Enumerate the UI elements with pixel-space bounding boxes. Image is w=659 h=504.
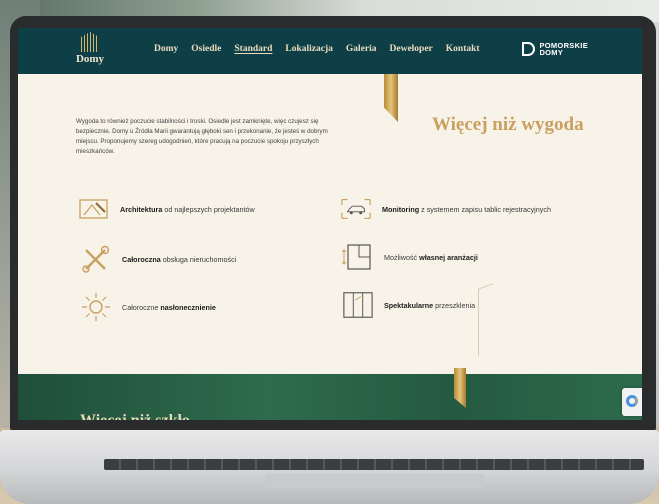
nav-item-lokalizacja[interactable]: Lokalizacja	[285, 44, 333, 54]
nav-item-kontakt[interactable]: Kontakt	[446, 44, 480, 54]
feature-monitoring: Monitoring z systemem zapisu tablic reje…	[340, 196, 551, 222]
feature-label-bold: Monitoring	[382, 204, 420, 214]
top-navigation: Domy Domy Osiedle Standard Lokalizacja G…	[18, 28, 642, 74]
partner-logo[interactable]: POMORSKIE DOMY	[522, 42, 588, 56]
camera-car-icon	[340, 196, 372, 222]
feature-obsluga: Całoroczna obsługa nieruchomości	[80, 245, 237, 273]
gold-ribbon-decoration	[384, 74, 398, 122]
feature-aranzacja: Możliwość własnej aranżacji	[342, 244, 478, 270]
nav-item-deweloper[interactable]: Deweloper	[390, 44, 433, 54]
feature-label-text: przeszklenia	[433, 300, 476, 310]
feature-label-text: Możliwość	[384, 252, 420, 262]
logo-text: Domy	[75, 53, 105, 65]
laptop-screen: Domy Domy Osiedle Standard Lokalizacja G…	[18, 28, 642, 420]
nav-item-domy[interactable]: Domy	[154, 44, 178, 54]
laptop-trackpad	[265, 474, 485, 488]
nav-item-osiedle[interactable]: Osiedle	[191, 44, 221, 54]
partner-line-2: DOMY	[539, 48, 564, 57]
site-logo[interactable]: Domy	[68, 32, 112, 65]
feature-label-bold: nasłonecznienie	[160, 302, 216, 312]
feature-label-bold: Spektakularne	[384, 300, 434, 310]
nav-item-galeria[interactable]: Galeria	[346, 44, 377, 54]
feature-label-text: Całoroczne	[122, 302, 161, 312]
laptop-keyboard	[104, 459, 644, 470]
blueprint-icon	[78, 196, 110, 222]
pomorskie-domy-icon	[522, 42, 536, 56]
feature-label-bold: Architektura	[120, 204, 163, 214]
feature-label-bold: własnej aranżacji	[419, 252, 478, 262]
feature-label-bold: Całoroczna	[122, 254, 161, 264]
tools-icon	[80, 245, 112, 273]
window-icon	[342, 292, 374, 318]
feature-naslonecznienie: Całoroczne nasłonecznienie	[80, 293, 216, 321]
feature-label-text: z systemem zapisu tablic rejestracyjnych	[419, 204, 551, 214]
feature-label-text: obsługa nieruchomości	[160, 254, 237, 264]
section-heading: Więcej niż wygoda	[432, 114, 584, 135]
feature-label-text: od najlepszych projektantów	[162, 204, 255, 214]
floorplan-icon	[342, 244, 374, 270]
feature-przeszklenia: Spektakularne przeszklenia	[342, 292, 475, 318]
background-line-decoration	[478, 283, 493, 356]
feature-architektura: Architektura od najlepszych projektantów	[78, 196, 255, 222]
recaptcha-badge-icon[interactable]	[622, 388, 642, 416]
glass-section-title: Więcej niż szkło	[80, 412, 190, 420]
intro-paragraph: Wygoda to również poczucie stabilności i…	[76, 118, 328, 155]
sun-icon	[80, 293, 112, 321]
nav-item-standard[interactable]: Standard	[234, 44, 272, 54]
main-menu: Domy Osiedle Standard Lokalizacja Galeri…	[154, 44, 480, 54]
logo-building-icon	[81, 32, 99, 52]
